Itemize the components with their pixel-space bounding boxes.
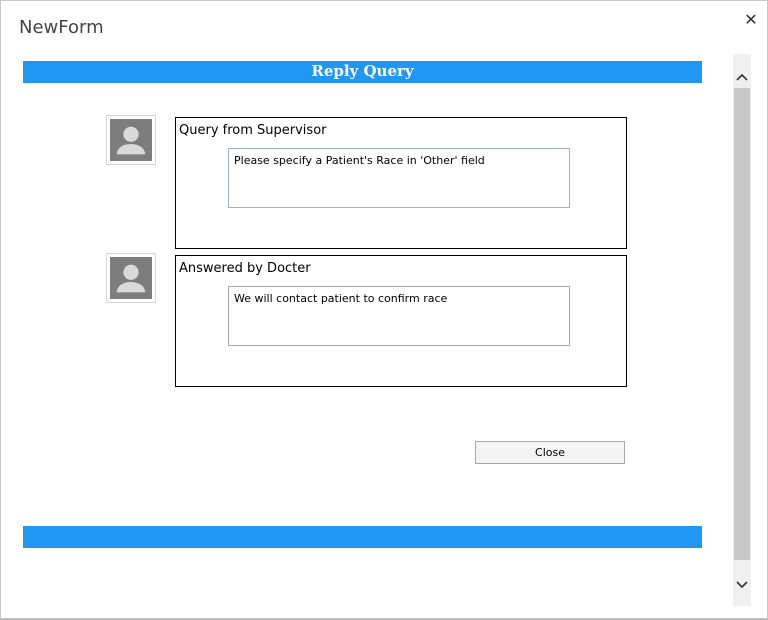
query-text-field[interactable]: Please specify a Patient's Race in 'Othe… (228, 148, 570, 208)
query-panel: Query from Supervisor Please specify a P… (175, 117, 627, 249)
vertical-scrollbar[interactable] (733, 54, 751, 606)
answer-text-field[interactable]: We will contact patient to confirm race (228, 286, 570, 346)
footer-banner (23, 526, 702, 548)
chevron-up-icon (736, 73, 748, 81)
supervisor-avatar (106, 115, 156, 165)
chevron-down-icon (736, 581, 748, 589)
scroll-thumb[interactable] (734, 88, 750, 560)
query-label: Query from Supervisor (179, 123, 327, 138)
page-title: Reply Query (311, 62, 414, 80)
close-button[interactable]: Close (475, 441, 625, 464)
answer-panel: Answered by Docter We will contact patie… (175, 255, 627, 387)
scroll-down-button[interactable] (733, 570, 751, 600)
answer-label: Answered by Docter (179, 261, 311, 276)
user-silhouette-icon (110, 257, 152, 299)
close-icon[interactable]: ✕ (743, 12, 759, 28)
header-banner: Reply Query (23, 61, 702, 83)
dialog-title: NewForm (19, 17, 104, 38)
user-silhouette-icon (110, 119, 152, 161)
doctor-avatar (106, 253, 156, 303)
